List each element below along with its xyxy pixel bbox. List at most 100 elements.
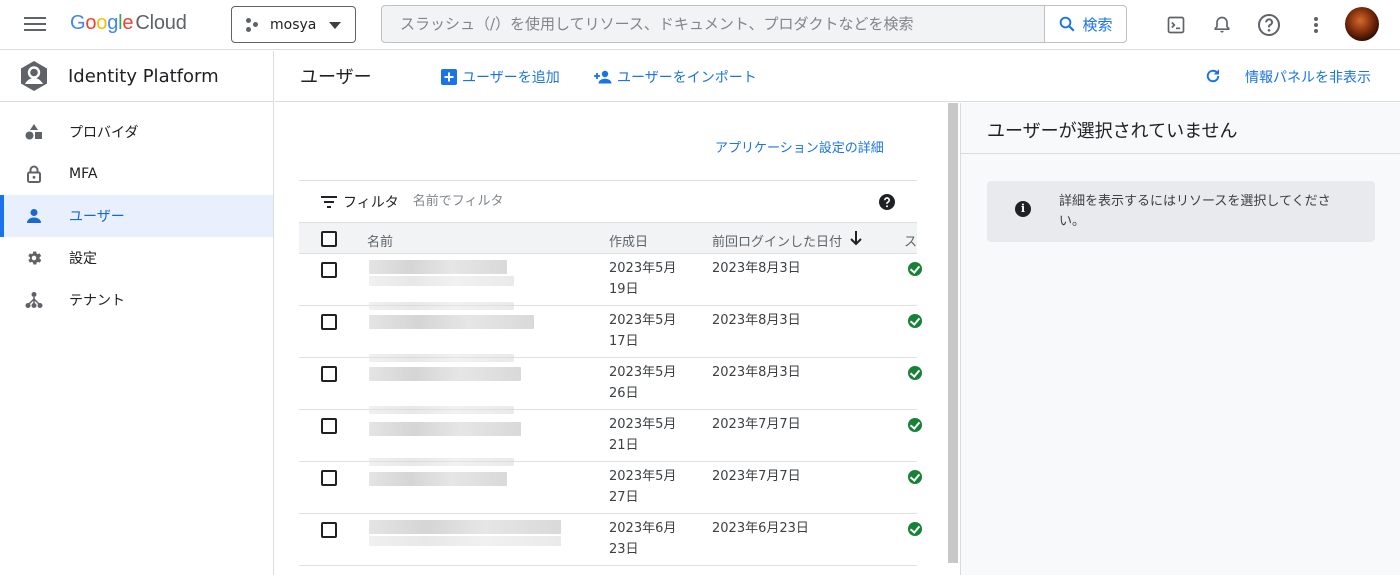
status-check-icon [908, 314, 922, 328]
sidebar-item-label: プロバイダ [69, 125, 139, 141]
more-vert-icon[interactable] [1304, 13, 1328, 37]
top-bar: GoogleCloud mosya 検索 [0, 0, 1400, 50]
last-login-date: 2023年8月3日 [712, 365, 801, 380]
main-menu-icon[interactable] [24, 14, 46, 34]
sort-arrow-down-icon[interactable] [850, 231, 862, 246]
sidebar-item-label: ユーザー [69, 209, 125, 225]
filter-icon[interactable] [321, 195, 337, 208]
person-add-icon [594, 70, 612, 84]
hide-info-panel-button[interactable]: 情報パネルを非表示 [1245, 67, 1371, 87]
filter-input[interactable] [412, 194, 793, 209]
cloud-shell-icon[interactable] [1164, 13, 1188, 37]
column-header-created[interactable]: 作成日 [609, 231, 648, 250]
sidebar-item-providers[interactable]: プロバイダ [0, 111, 273, 153]
sidebar-item-label: MFA [69, 166, 98, 182]
row-checkbox[interactable] [321, 262, 337, 278]
lock-icon [25, 165, 43, 183]
person-icon [25, 207, 43, 225]
redacted-email [369, 536, 561, 546]
row-checkbox[interactable] [321, 314, 337, 330]
info-icon: i [1015, 201, 1031, 217]
sidebar-item-label: テナント [69, 293, 125, 309]
app-settings-link[interactable]: アプリケーション設定の詳細 [715, 137, 884, 156]
refresh-icon [1206, 69, 1220, 83]
created-date: 2023年5月 27日 [609, 469, 677, 505]
sidebar-item-tenants[interactable]: テナント [0, 279, 273, 321]
last-login-date: 2023年8月3日 [712, 313, 801, 328]
sidebar: Identity Platform プロバイダ MFA ユーザー 設定 テナント [0, 51, 274, 575]
created-date: 2023年5月 21日 [609, 417, 677, 453]
redacted-email [369, 458, 514, 466]
table-row[interactable]: 2023年5月 26日 2023年8月3日 [299, 354, 922, 410]
main-area: ユーザー ユーザーを追加 ユーザーをインポート 情報パネルを非表示 アプリケーシ… [275, 51, 1400, 575]
created-date: 2023年5月 26日 [609, 365, 677, 401]
row-checkbox[interactable] [321, 522, 337, 538]
sidebar-item-settings[interactable]: 設定 [0, 237, 273, 279]
sidebar-item-mfa[interactable]: MFA [0, 153, 273, 195]
notifications-icon[interactable] [1210, 13, 1234, 37]
sidebar-item-users[interactable]: ユーザー [0, 195, 273, 237]
column-header-last-login[interactable]: 前回ログインした日付 [712, 231, 842, 250]
import-users-button[interactable]: ユーザーをインポート [594, 67, 757, 87]
search-button-label: 検索 [1082, 15, 1113, 34]
logo-cloud-text: Cloud [135, 12, 187, 34]
redacted-name [369, 367, 521, 381]
identity-platform-icon [21, 61, 47, 91]
redacted-email [369, 302, 514, 310]
filter-bar: フィルタ [299, 180, 917, 223]
table-row[interactable]: 2023年5月 27日 2023年7月7日 [299, 458, 922, 514]
product-title: Identity Platform [68, 65, 219, 87]
table-row[interactable]: 2023年5月 17日 2023年8月3日 [299, 302, 922, 358]
help-icon[interactable] [1257, 13, 1281, 37]
table-row[interactable]: 2023年5月 21日 2023年7月7日 [299, 406, 922, 462]
column-header-status[interactable]: ス [904, 231, 917, 250]
status-check-icon [908, 418, 922, 432]
add-user-label: ユーザーを追加 [462, 70, 560, 86]
status-check-icon [908, 262, 922, 276]
project-icon [246, 17, 262, 32]
status-check-icon [908, 522, 922, 536]
filter-help-icon[interactable] [879, 194, 895, 210]
table-header: 名前 作成日 前回ログインした日付 ス [299, 223, 917, 254]
search-button[interactable]: 検索 [1044, 6, 1126, 42]
avatar[interactable] [1345, 7, 1379, 41]
table-row[interactable]: 2023年5月 19日 2023年8月3日 [299, 254, 922, 306]
add-user-button[interactable]: ユーザーを追加 [441, 67, 560, 87]
redacted-email [369, 276, 514, 286]
select-all-checkbox[interactable] [321, 231, 337, 247]
hide-info-panel-label: 情報パネルを非表示 [1245, 70, 1371, 86]
redacted-name [369, 315, 534, 329]
refresh-button[interactable] [1204, 67, 1227, 85]
project-name: mosya [270, 16, 317, 33]
shapes-icon [25, 123, 43, 141]
status-check-icon [908, 366, 922, 380]
info-message-box: i 詳細を表示するにはリソースを選択してください。 [987, 181, 1375, 242]
sidebar-nav: プロバイダ MFA ユーザー 設定 テナント [0, 102, 273, 321]
gear-icon [25, 249, 43, 267]
last-login-date: 2023年7月7日 [712, 469, 801, 484]
row-checkbox[interactable] [321, 366, 337, 382]
google-cloud-logo[interactable]: Google Cloud [70, 12, 187, 35]
table-row[interactable]: 2023年6月 23日 2023年6月23日 [299, 514, 922, 566]
redacted-name [369, 520, 561, 534]
redacted-email [369, 354, 514, 362]
search-icon [1060, 16, 1075, 32]
users-content: アプリケーション設定の詳細 フィルタ 名前 作成日 前回ログインした日付 ス [275, 103, 947, 575]
search-bar: 検索 [381, 5, 1127, 43]
content-scrollbar[interactable] [948, 103, 958, 563]
redacted-name [369, 260, 507, 274]
action-bar: ユーザー ユーザーを追加 ユーザーをインポート 情報パネルを非表示 [275, 51, 1400, 102]
product-header: Identity Platform [0, 51, 273, 102]
column-header-name[interactable]: 名前 [367, 231, 393, 250]
logo-google-text: Google [70, 12, 134, 34]
search-input[interactable] [382, 6, 1046, 42]
import-users-label: ユーザーをインポート [617, 70, 757, 86]
users-table: フィルタ 名前 作成日 前回ログインした日付 ス 2023年5月19日 2023… [299, 180, 922, 566]
sidebar-item-label: 設定 [69, 251, 97, 267]
row-checkbox[interactable] [321, 418, 337, 434]
redacted-name [369, 472, 507, 486]
row-checkbox[interactable] [321, 470, 337, 486]
project-selector[interactable]: mosya [231, 6, 356, 43]
status-check-icon [908, 470, 922, 484]
created-date: 2023年6月 23日 [609, 521, 677, 557]
